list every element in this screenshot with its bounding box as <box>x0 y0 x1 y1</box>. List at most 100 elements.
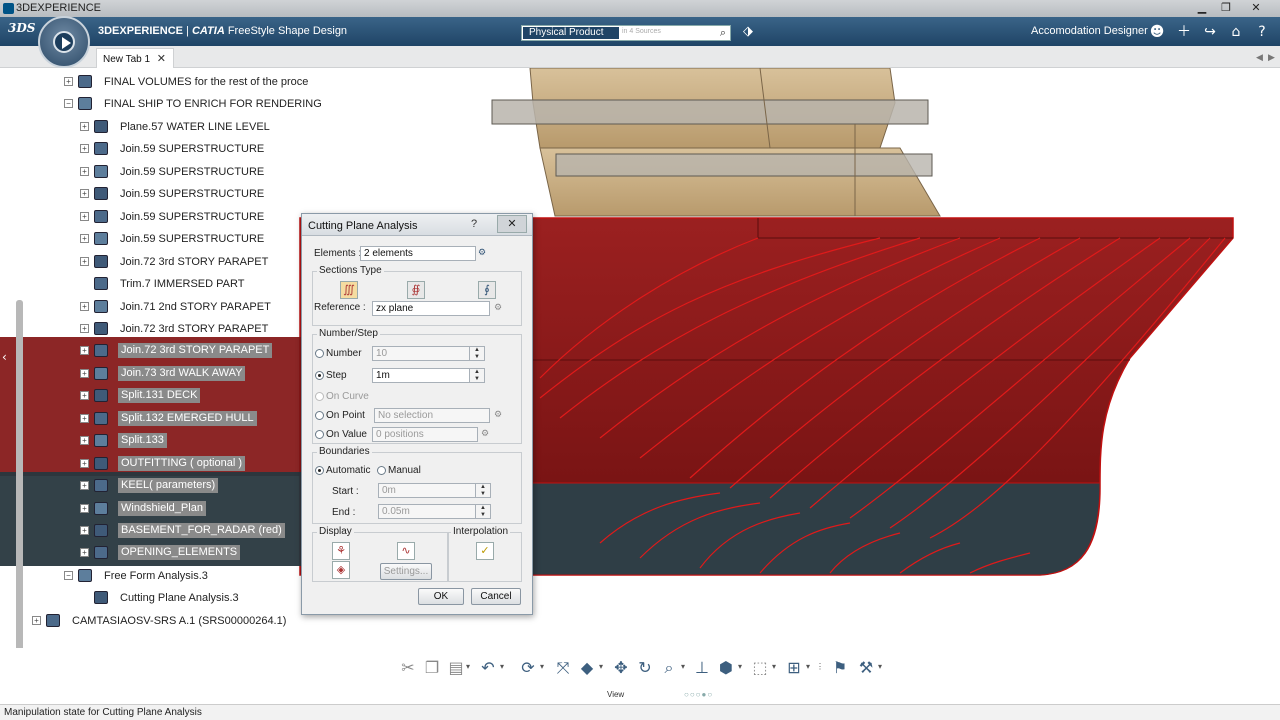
expand-icon[interactable]: + <box>80 166 89 176</box>
dialog-header[interactable]: Cutting Plane Analysis ? ✕ <box>302 214 532 236</box>
section-perpendicular-icon[interactable]: ∯ <box>407 281 425 299</box>
search-product-select[interactable]: Physical Product <box>523 27 619 39</box>
on-point-field[interactable]: No selection <box>374 408 490 423</box>
pan-icon[interactable]: ✥ <box>611 658 631 678</box>
view-menu-icon[interactable]: ▾ <box>599 662 603 671</box>
number-spinner[interactable]: ▲ ▼ <box>469 346 485 361</box>
zoom-menu-icon[interactable]: ▾ <box>681 662 685 671</box>
close-dialog-button[interactable]: ✕ <box>497 215 527 233</box>
analysis-icon[interactable]: ⚑ <box>830 658 850 678</box>
section-parallel-icon[interactable]: ∭ <box>340 281 358 299</box>
expand-icon[interactable]: + <box>80 526 89 535</box>
settings-button[interactable]: Settings... <box>380 563 432 580</box>
on-value-field[interactable]: 0 positions <box>372 427 478 442</box>
display-grid-icon[interactable]: ◈ <box>332 561 350 579</box>
undo-icon[interactable]: ↶ <box>478 658 498 678</box>
start-spinner[interactable]: ▲ ▼ <box>475 483 491 498</box>
step-field[interactable]: 1m <box>372 368 470 383</box>
expand-icon[interactable]: + <box>80 503 89 513</box>
zoom-icon[interactable]: ⌕ <box>659 658 679 678</box>
3d-viewport[interactable]: + FINAL VOLUMES for the rest of the proce… <box>0 68 1280 648</box>
paste-icon[interactable]: ▤ <box>446 658 466 678</box>
expand-icon[interactable]: + <box>80 481 89 491</box>
toolbar-page-dots[interactable]: ○○○●○ <box>684 690 713 699</box>
expand-icon[interactable]: + <box>80 548 89 558</box>
elements-multi-icon[interactable]: ⚙ <box>477 248 487 258</box>
expand-icon[interactable]: + <box>80 301 89 311</box>
collapse-tree-icon[interactable]: ‹ <box>2 350 7 364</box>
tree-node[interactable]: + CAMTASIAOSV-SRS A.1 (SRS00000264.1) <box>32 611 332 631</box>
play-icon[interactable] <box>53 31 75 53</box>
start-field[interactable]: 0m <box>378 483 476 498</box>
grid-view-icon[interactable]: ⊞ <box>784 658 804 678</box>
render-style-icon[interactable]: ⬚ <box>750 658 770 678</box>
on-point-gadget-icon[interactable]: ⚙ <box>493 410 503 420</box>
tree-vertical-scrollbar[interactable] <box>16 300 23 648</box>
tree-node[interactable]: − FINAL SHIP TO ENRICH FOR RENDERING <box>64 94 364 114</box>
tree-node[interactable]: + Join.59 SUPERSTRUCTURE <box>80 184 380 204</box>
expand-icon[interactable]: + <box>80 144 89 154</box>
help-button[interactable]: ? <box>465 216 483 233</box>
tag-icon[interactable]: ⬗ <box>743 24 753 39</box>
manual-radio[interactable] <box>377 466 386 475</box>
search-icon[interactable]: ⌕ <box>720 26 726 40</box>
render-menu-icon[interactable]: ▾ <box>772 662 776 671</box>
number-field[interactable]: 10 <box>372 346 470 361</box>
iso-view-icon[interactable]: ⬢ <box>716 658 736 678</box>
measure-icon[interactable]: ⚒ <box>856 658 876 678</box>
expand-icon[interactable]: + <box>80 323 89 333</box>
iso-menu-icon[interactable]: ▾ <box>738 662 742 671</box>
tab-prev-icon[interactable]: ◀ <box>1256 52 1263 63</box>
on-curve-radio[interactable] <box>315 392 324 401</box>
reference-gadget-icon[interactable]: ⚙ <box>493 303 503 313</box>
user-role[interactable]: Accomodation Designer <box>1031 25 1148 37</box>
user-icon[interactable]: ☻ <box>1147 23 1167 41</box>
expand-icon[interactable]: + <box>80 413 89 423</box>
grid-menu-icon[interactable]: ▾ <box>806 662 810 671</box>
on-value-radio[interactable] <box>315 430 324 439</box>
close-window-icon[interactable]: ✕ <box>1246 1 1266 15</box>
step-spinner[interactable]: ▲ ▼ <box>469 368 485 383</box>
reference-field[interactable]: zx plane <box>372 301 490 316</box>
update-menu-icon[interactable]: ▾ <box>540 662 544 671</box>
restore-icon[interactable]: ❐ <box>1216 1 1236 15</box>
expand-icon[interactable]: + <box>80 189 89 199</box>
share-icon[interactable]: ↪ <box>1200 23 1220 41</box>
expand-icon[interactable]: + <box>80 256 89 266</box>
ok-button[interactable]: OK <box>418 588 464 605</box>
expand-icon[interactable]: − <box>64 99 73 109</box>
update-icon[interactable]: ⟳ <box>518 658 538 678</box>
expand-icon[interactable]: + <box>64 77 73 86</box>
view-cube-icon[interactable]: ◆ <box>577 658 597 678</box>
expand-icon[interactable]: − <box>64 570 73 580</box>
fit-all-icon[interactable]: ⤧ <box>553 658 573 678</box>
close-tab-icon[interactable]: ✕ <box>157 52 166 65</box>
home-icon[interactable]: ⌂ <box>1226 23 1246 41</box>
normal-view-icon[interactable]: ⊥ <box>692 658 712 678</box>
expand-icon[interactable]: + <box>80 391 89 401</box>
search-box[interactable]: Physical Product in 4 Sources ⌕ <box>521 25 731 41</box>
on-value-gadget-icon[interactable]: ⚙ <box>480 429 490 439</box>
section-independent-icon[interactable]: ∮ <box>478 281 496 299</box>
display-analysis-icon[interactable]: ∿ <box>397 542 415 560</box>
expand-icon[interactable]: + <box>80 234 89 244</box>
tree-node[interactable]: + Join.59 SUPERSTRUCTURE <box>80 139 380 159</box>
end-field[interactable]: 0.05m <box>378 504 476 519</box>
automatic-radio[interactable] <box>315 466 324 475</box>
measure-menu-icon[interactable]: ▾ <box>878 662 882 671</box>
expand-icon[interactable]: + <box>80 211 89 221</box>
cutting-plane-analysis-dialog[interactable]: Cutting Plane Analysis ? ✕ Elements : 2 … <box>301 213 533 615</box>
number-radio[interactable] <box>315 349 324 358</box>
expand-icon[interactable]: + <box>80 458 89 468</box>
copy-icon[interactable]: ❐ <box>422 658 442 678</box>
expand-icon[interactable]: + <box>80 121 89 131</box>
tab-next-icon[interactable]: ▶ <box>1268 52 1275 63</box>
paste-menu-icon[interactable]: ▾ <box>466 662 470 671</box>
expand-icon[interactable]: + <box>80 346 89 356</box>
add-icon[interactable]: ＋ <box>1174 23 1194 41</box>
step-radio[interactable] <box>315 371 324 380</box>
tree-node[interactable]: + Join.59 SUPERSTRUCTURE <box>80 162 380 182</box>
undo-menu-icon[interactable]: ▾ <box>500 662 504 671</box>
end-spinner[interactable]: ▲ ▼ <box>475 504 491 519</box>
tab-new-tab-1[interactable]: New Tab 1 ✕ <box>96 48 174 68</box>
